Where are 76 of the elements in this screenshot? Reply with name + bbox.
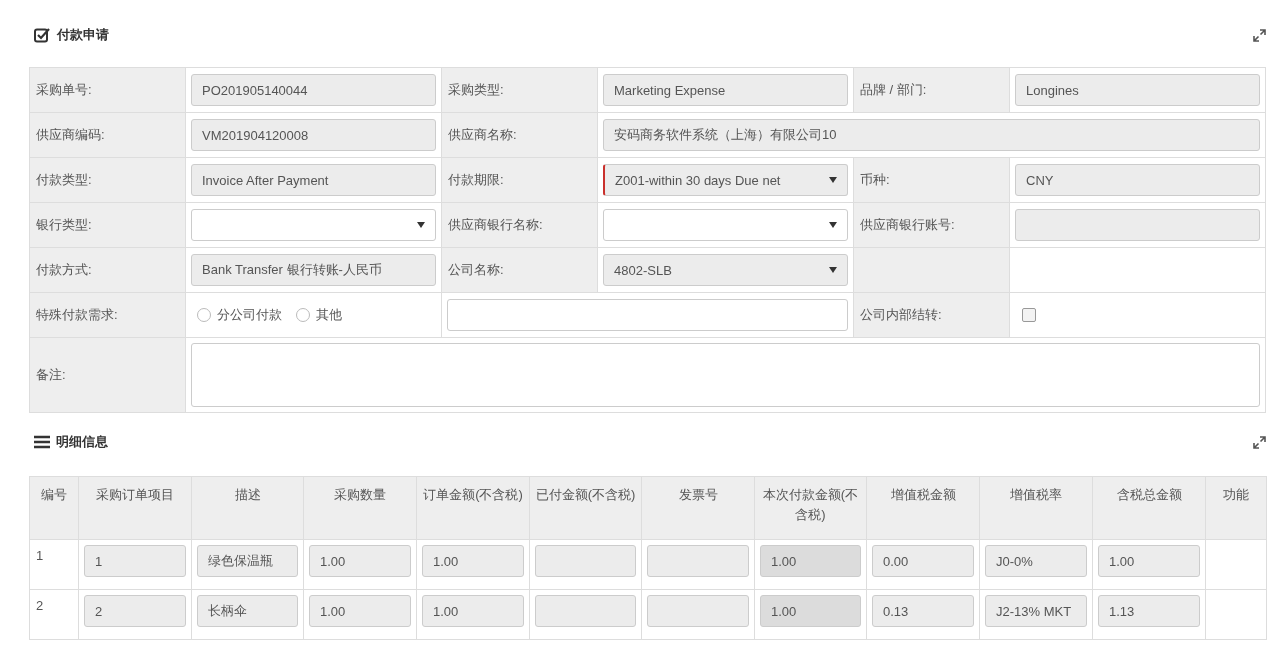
- column-header: 采购数量: [334, 487, 386, 502]
- field-label: 供应商银行账号:: [860, 216, 955, 234]
- input-field[interactable]: 安码商务软件系统（上海）有限公司10: [603, 119, 1260, 151]
- menu-icon: [34, 435, 50, 449]
- select-dropdown[interactable]: [191, 209, 436, 241]
- column-header: 增值税金额: [890, 487, 956, 502]
- column-header: 描述: [234, 487, 261, 502]
- column-header: 编号: [41, 487, 67, 502]
- input-field[interactable]: Bank Transfer 银行转账-人民币: [191, 254, 436, 286]
- input-field[interactable]: [535, 595, 636, 627]
- field-label: 采购类型:: [448, 81, 504, 99]
- input-field[interactable]: 0.13: [872, 595, 974, 627]
- caret-icon: [417, 222, 425, 228]
- field-label: 付款类型:: [36, 171, 92, 189]
- input-field[interactable]: CNY: [1015, 164, 1260, 196]
- input-field[interactable]: 2: [84, 595, 186, 627]
- field-label: 付款方式:: [36, 261, 92, 279]
- input-field[interactable]: Longines: [1015, 74, 1260, 106]
- input-field[interactable]: 1.00: [422, 545, 524, 577]
- field-label: 公司名称:: [448, 261, 504, 279]
- input-field[interactable]: 1.00: [422, 595, 524, 627]
- input-field[interactable]: 1.00: [1098, 545, 1200, 577]
- remarks-textarea[interactable]: [191, 343, 1260, 407]
- expand-icon[interactable]: [1253, 28, 1266, 42]
- input-field[interactable]: 1: [84, 545, 186, 577]
- input-field[interactable]: PO201905140044: [191, 74, 436, 106]
- field-label: 采购单号:: [36, 81, 92, 99]
- field-label: 品牌 / 部门:: [860, 81, 927, 99]
- checkbox-checked-icon: [34, 27, 51, 43]
- field-label: 公司内部结转:: [860, 306, 942, 324]
- radio-label: 分公司付款: [217, 306, 282, 324]
- section-title: 明细信息: [56, 433, 108, 451]
- field-label: 币种:: [860, 171, 890, 189]
- checkbox[interactable]: [1022, 308, 1036, 322]
- column-header: 增值税率: [1010, 487, 1062, 502]
- field-label: 备注:: [36, 366, 66, 384]
- column-header: 功能: [1223, 487, 1249, 502]
- input-field[interactable]: 1.00: [309, 595, 411, 627]
- input-field[interactable]: 1.13: [1098, 595, 1200, 627]
- row-number: 1: [36, 548, 44, 563]
- input-field[interactable]: [647, 595, 749, 627]
- column-header: 已付金额(不含税): [535, 487, 636, 502]
- input-field[interactable]: [535, 545, 636, 577]
- radio-label: 其他: [316, 306, 342, 324]
- input-field[interactable]: [647, 545, 749, 577]
- input-field[interactable]: Invoice After Payment: [191, 164, 436, 196]
- expand-icon[interactable]: [1253, 435, 1266, 449]
- input-field[interactable]: 长柄伞: [197, 595, 298, 627]
- caret-icon: [829, 267, 837, 273]
- input-field[interactable]: J2-13% MKT: [985, 595, 1087, 627]
- caret-icon: [829, 177, 837, 183]
- input-field[interactable]: J0-0%: [985, 545, 1087, 577]
- section-title: 付款申请: [57, 26, 109, 44]
- column-header: 订单金额(不含税): [423, 487, 523, 502]
- caret-icon: [829, 222, 837, 228]
- input-field[interactable]: Marketing Expense: [603, 74, 848, 106]
- radio-button[interactable]: [296, 308, 310, 322]
- column-header: 本次付款金额(不含税): [762, 487, 859, 522]
- field-label: 供应商编码:: [36, 126, 105, 144]
- field-label: 供应商名称:: [448, 126, 517, 144]
- field-label: 供应商银行名称:: [448, 216, 543, 234]
- field-label: 特殊付款需求:: [36, 306, 118, 324]
- input-field[interactable]: VM201904120008: [191, 119, 436, 151]
- radio-button[interactable]: [197, 308, 211, 322]
- row-number: 2: [36, 598, 44, 613]
- field-label: 银行类型:: [36, 216, 92, 234]
- input-field[interactable]: [1015, 209, 1260, 241]
- column-header: 采购订单项目: [96, 487, 174, 502]
- select-dropdown[interactable]: [603, 209, 848, 241]
- input-field[interactable]: [447, 299, 848, 331]
- input-field[interactable]: 绿色保温瓶: [197, 545, 298, 577]
- column-header: 发票号: [678, 487, 718, 502]
- input-field[interactable]: 0.00: [872, 545, 974, 577]
- field-label: 付款期限:: [448, 171, 504, 189]
- input-field[interactable]: 1.00: [309, 545, 411, 577]
- column-header: 含税总金额: [1116, 487, 1182, 502]
